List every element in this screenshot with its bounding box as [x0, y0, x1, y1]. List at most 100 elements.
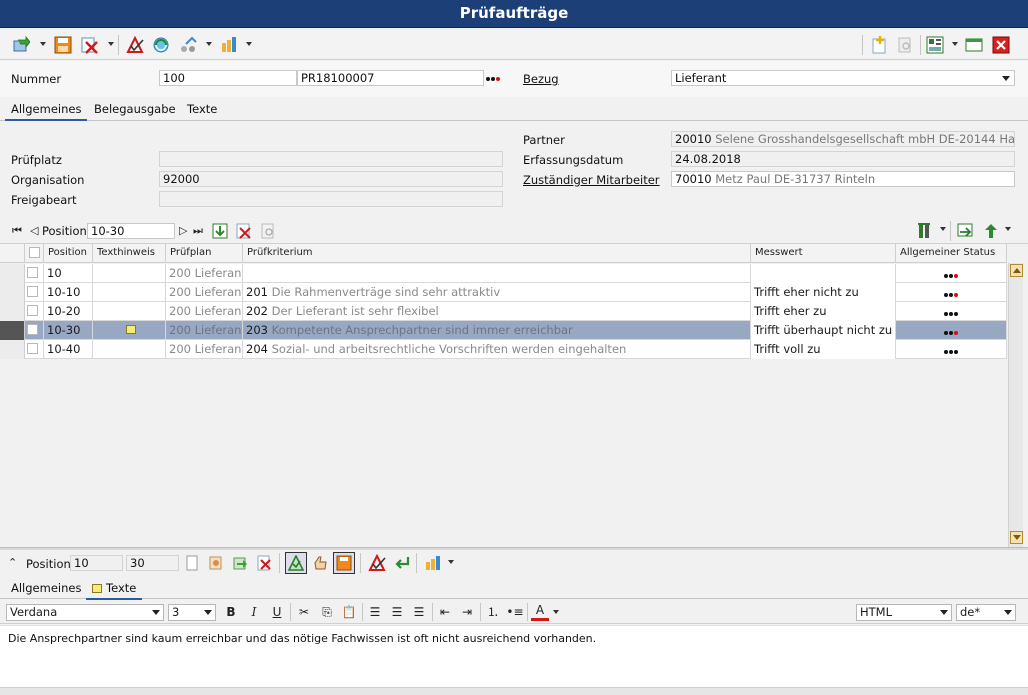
cell-messwert[interactable]: Trifft eher zu — [751, 302, 896, 321]
cell-texthinweis[interactable] — [93, 321, 166, 340]
workflow-icon[interactable] — [178, 34, 200, 56]
thumb-icon[interactable] — [309, 552, 331, 574]
underline-icon[interactable]: U — [268, 604, 286, 621]
row-header[interactable] — [0, 340, 25, 359]
font-color-icon[interactable]: A — [531, 604, 549, 621]
row-checkbox[interactable] — [25, 264, 44, 283]
table-scrollbar[interactable] — [1008, 263, 1023, 547]
report-icon[interactable] — [218, 34, 240, 56]
cell-messwert[interactable]: Trifft eher nicht zu — [751, 283, 896, 302]
nummer-field[interactable]: 100 — [159, 70, 297, 86]
paste-icon[interactable]: 📋 — [340, 604, 358, 621]
validate-doc-icon[interactable] — [366, 552, 388, 574]
search-record-icon[interactable] — [894, 34, 916, 56]
col-pruefplan[interactable]: Prüfplan — [166, 244, 243, 263]
mitarbeiter-field[interactable]: 70010 Metz Paul DE-31737 Rinteln — [671, 171, 1015, 187]
table-row[interactable]: 10-10 200 Lieferant 201 Die Rahmenverträge… — [0, 283, 1007, 302]
bezug-select[interactable]: Lieferant — [671, 70, 1015, 86]
columns-icon[interactable] — [915, 220, 937, 242]
copy-doc-icon[interactable] — [205, 552, 227, 574]
align-right-icon[interactable]: ☰ — [410, 604, 428, 621]
table-row[interactable]: 10-30 200 Lieferant 203 Kompetente Ansprec… — [0, 321, 1007, 340]
bold-icon[interactable]: B — [222, 604, 240, 621]
row-checkbox[interactable] — [25, 283, 44, 302]
delete-doc-icon[interactable] — [253, 552, 275, 574]
format-select[interactable]: HTML — [856, 604, 952, 621]
indent-icon[interactable]: ⇥ — [458, 604, 476, 621]
table-row[interactable]: 10-40 200 Lieferant 204 Sozial- und arbeit… — [0, 340, 1007, 359]
tab-detail-allgemeines[interactable]: Allgemeines — [5, 580, 87, 600]
code-field[interactable]: PR18100007 — [297, 70, 484, 86]
last-record-icon[interactable]: ⏭ — [193, 224, 203, 238]
window-restore-icon[interactable] — [963, 34, 985, 56]
detail-pos-b[interactable]: 30 — [126, 555, 179, 571]
cell-texthinweis[interactable] — [93, 283, 166, 302]
sort-icon[interactable] — [980, 220, 1002, 242]
delete-icon[interactable] — [78, 34, 100, 56]
delete-row-icon[interactable] — [233, 220, 255, 242]
cell-messwert[interactable] — [751, 264, 896, 283]
position-input[interactable]: 10-30 — [87, 223, 175, 239]
pruefplatz-field[interactable] — [159, 151, 503, 167]
partner-field[interactable]: 20010 Selene Grosshandelsgesellschaft mb… — [671, 131, 1015, 147]
tab-detail-texte[interactable]: Texte — [86, 580, 143, 600]
copy-icon[interactable]: ⎘ — [318, 604, 336, 621]
erfassung-field[interactable]: 24.08.2018 — [671, 151, 1015, 167]
select-all-checkbox[interactable] — [25, 244, 44, 263]
scroll-down-icon[interactable] — [1010, 531, 1023, 544]
cell-texthinweis[interactable] — [93, 302, 166, 321]
insert-row-icon[interactable] — [209, 220, 231, 242]
cell-texthinweis[interactable] — [93, 340, 166, 359]
align-center-icon[interactable]: ☰ — [388, 604, 406, 621]
save-doc-icon[interactable] — [333, 552, 355, 574]
detail-report-icon[interactable] — [422, 552, 444, 574]
collapse-icon[interactable]: ⌃ — [8, 556, 17, 569]
text-editor[interactable]: Die Ansprechpartner sind kaum erreichbar… — [0, 625, 1028, 687]
refresh-doc-icon[interactable] — [229, 552, 251, 574]
tab-belegausgabe[interactable]: Belegausgabe — [88, 101, 182, 121]
outdent-icon[interactable]: ⇤ — [436, 604, 454, 621]
col-pruefkriterium[interactable]: Prüfkriterium — [243, 244, 751, 263]
align-left-icon[interactable]: ☰ — [366, 604, 384, 621]
row-header[interactable] — [0, 283, 25, 302]
find-row-icon[interactable] — [257, 220, 279, 242]
next-record-icon[interactable]: ▷ — [179, 224, 187, 237]
cell-messwert[interactable]: Trifft überhaupt nicht zu — [751, 321, 896, 340]
detail-pos-a[interactable]: 10 — [70, 555, 123, 571]
return-icon[interactable] — [391, 552, 413, 574]
col-messwert[interactable]: Messwert — [751, 244, 896, 263]
col-position[interactable]: Position — [44, 244, 93, 263]
row-checkbox[interactable] — [25, 340, 44, 359]
italic-icon[interactable]: I — [245, 604, 263, 621]
row-checkbox[interactable] — [25, 302, 44, 321]
new-record-icon[interactable] — [868, 34, 890, 56]
layout-icon[interactable] — [924, 34, 946, 56]
close-icon[interactable] — [990, 34, 1012, 56]
col-status[interactable]: Allgemeiner Status — [896, 244, 1007, 263]
table-row[interactable]: 10 200 Lieferant — [0, 264, 1007, 283]
cut-icon[interactable]: ✂ — [295, 604, 313, 621]
sync-icon[interactable] — [150, 34, 172, 56]
row-checkbox[interactable] — [25, 321, 44, 340]
font-name-select[interactable]: Verdana — [6, 604, 164, 621]
freigabeart-field[interactable] — [159, 191, 503, 207]
scroll-up-icon[interactable] — [1010, 264, 1023, 277]
bullet-list-icon[interactable]: •≡ — [506, 604, 524, 621]
row-header[interactable] — [0, 302, 25, 321]
prev-record-icon[interactable]: ◁ — [30, 224, 38, 237]
new-doc-icon[interactable] — [181, 552, 203, 574]
language-select[interactable]: de* — [956, 604, 1016, 621]
numbered-list-icon[interactable]: ⒈ — [484, 604, 502, 621]
col-texthinweis[interactable]: Texthinweis — [93, 244, 166, 263]
export-icon[interactable] — [954, 220, 976, 242]
row-header[interactable] — [0, 264, 25, 283]
tab-texte[interactable]: Texte — [181, 101, 223, 121]
cell-texthinweis[interactable] — [93, 264, 166, 283]
approve-icon[interactable] — [285, 552, 307, 574]
organisation-field[interactable]: 92000 — [159, 171, 503, 187]
save-icon[interactable] — [52, 34, 74, 56]
table-row[interactable]: 10-20 200 Lieferant 202 Der Lieferant ist … — [0, 302, 1007, 321]
font-size-select[interactable]: 3 — [168, 604, 216, 621]
refresh-icon[interactable] — [10, 34, 32, 56]
cell-messwert[interactable]: Trifft voll zu — [751, 340, 896, 359]
